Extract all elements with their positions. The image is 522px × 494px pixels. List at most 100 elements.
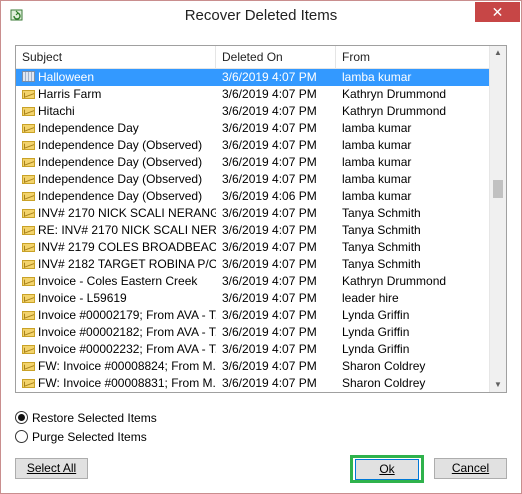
- select-all-button[interactable]: Select All: [15, 458, 88, 479]
- row-subject-text: Independence Day (Observed): [38, 189, 203, 203]
- row-subject: Invoice - L59619: [22, 290, 216, 307]
- row-deleted-on: 3/6/2019 4:07 PM: [222, 291, 317, 305]
- row-subject: RE: INV# 2170 NICK SCALI NERA...: [22, 222, 216, 239]
- list-row[interactable]: INV# 2179 COLES BROADBEACH ... 3/6/2019 4…: [16, 239, 489, 256]
- list-row[interactable]: INV# 2182 TARGET ROBINA P/O ... 3/6/2019 …: [16, 256, 489, 273]
- mail-icon: [22, 209, 35, 218]
- mail-icon: [22, 124, 35, 133]
- mail-icon: [22, 277, 35, 286]
- title-bar: Recover Deleted Items ✕: [1, 1, 521, 31]
- row-deleted-on: 3/6/2019 4:07 PM: [222, 172, 317, 186]
- row-subject: FW: Invoice #00008831; From M...: [22, 375, 216, 392]
- row-subject-text: INV# 2170 NICK SCALI NERANGB...: [38, 206, 216, 220]
- row-from: Tanya Schmith: [342, 240, 421, 254]
- row-deleted-on: 3/6/2019 4:07 PM: [222, 138, 317, 152]
- mail-icon: [22, 158, 35, 167]
- row-subject: Independence Day: [22, 120, 216, 137]
- list-row[interactable]: FW: Invoice #00008831; From M... 3/6/2019…: [16, 375, 489, 392]
- list-row[interactable]: Invoice - L59619 3/6/2019 4:07 PM leader h…: [16, 290, 489, 307]
- row-deleted-on: 3/6/2019 4:07 PM: [222, 87, 317, 101]
- row-from: Lynda Griffin: [342, 325, 410, 339]
- row-subject: Harris Farm: [22, 86, 216, 103]
- close-icon: ✕: [491, 4, 504, 20]
- list-row[interactable]: RE: INV# 2170 NICK SCALI NERA... 3/6/2019…: [16, 222, 489, 239]
- row-subject: Invoice - Coles Eastern Creek: [22, 273, 216, 290]
- row-subject-text: Halloween: [38, 70, 95, 84]
- row-subject: Independence Day (Observed): [22, 171, 216, 188]
- mail-icon: [22, 226, 35, 235]
- list-row[interactable]: Harris Farm 3/6/2019 4:07 PM Kathryn Drumm…: [16, 86, 489, 103]
- row-from: Kathryn Drummond: [342, 274, 447, 288]
- list-row[interactable]: Independence Day (Observed) 3/6/2019 4:07…: [16, 171, 489, 188]
- row-from: Tanya Schmith: [342, 257, 421, 271]
- list-row[interactable]: Independence Day (Observed) 3/6/2019 4:07…: [16, 137, 489, 154]
- mail-icon: [22, 107, 35, 116]
- restore-option[interactable]: Restore Selected Items: [15, 410, 157, 426]
- scroll-up-icon[interactable]: ▲: [493, 48, 503, 58]
- row-from: Sharon Coldrey: [342, 376, 426, 390]
- column-header-deleted-on[interactable]: Deleted On: [216, 46, 336, 68]
- row-deleted-on: 3/6/2019 4:07 PM: [222, 308, 317, 322]
- restore-label: Restore Selected Items: [32, 411, 157, 425]
- row-from: Lynda Griffin: [342, 342, 410, 356]
- list-row[interactable]: Invoice #00002182; From AVA - T... 3/6/20…: [16, 324, 489, 341]
- purge-radio[interactable]: [15, 430, 28, 443]
- row-from: lamba kumar: [342, 189, 412, 203]
- row-deleted-on: 3/6/2019 4:07 PM: [222, 206, 317, 220]
- list-row[interactable]: FW: Invoice #00008824; From M... 3/6/2019…: [16, 358, 489, 375]
- mail-icon: [22, 379, 35, 388]
- row-subject-text: INV# 2182 TARGET ROBINA P/O ...: [38, 257, 216, 271]
- row-from: leader hire: [342, 291, 399, 305]
- list-rows: Halloween 3/6/2019 4:07 PM lamba kumar Harr…: [16, 69, 489, 392]
- row-subject-text: Invoice #00002179; From AVA - T...: [38, 308, 216, 322]
- row-from: Tanya Schmith: [342, 223, 421, 237]
- row-deleted-on: 3/6/2019 4:07 PM: [222, 240, 317, 254]
- list-row[interactable]: Halloween 3/6/2019 4:07 PM lamba kumar: [16, 69, 489, 86]
- column-header-subject[interactable]: Subject: [16, 46, 216, 68]
- row-deleted-on: 3/6/2019 4:07 PM: [222, 325, 317, 339]
- column-header-from[interactable]: From: [336, 46, 489, 68]
- row-deleted-on: 3/6/2019 4:06 PM: [222, 189, 317, 203]
- ok-button[interactable]: Ok: [355, 459, 419, 480]
- row-from: Tanya Schmith: [342, 206, 421, 220]
- row-subject: Invoice #00002179; From AVA - T...: [22, 307, 216, 324]
- row-from: lamba kumar: [342, 121, 412, 135]
- scroll-down-icon[interactable]: ▼: [493, 380, 503, 390]
- mail-icon: [22, 90, 35, 99]
- row-subject-text: Independence Day (Observed): [38, 155, 203, 169]
- row-subject: INV# 2179 COLES BROADBEACH ...: [22, 239, 216, 256]
- restore-radio[interactable]: [15, 411, 28, 424]
- calendar-icon: [22, 71, 35, 82]
- list-row[interactable]: Independence Day (Observed) 3/6/2019 4:07…: [16, 154, 489, 171]
- list-row[interactable]: Invoice #00002179; From AVA - T... 3/6/20…: [16, 307, 489, 324]
- deleted-items-list[interactable]: Subject Deleted On From Halloween 3/6/201…: [15, 45, 507, 393]
- row-subject-text: RE: INV# 2170 NICK SCALI NERA...: [38, 223, 216, 237]
- vertical-scrollbar[interactable]: ▲ ▼: [489, 46, 506, 392]
- recover-deleted-items-dialog: Recover Deleted Items ✕ Subject Deleted …: [0, 0, 522, 494]
- row-deleted-on: 3/6/2019 4:07 PM: [222, 342, 317, 356]
- mail-icon: [22, 294, 35, 303]
- row-subject-text: Invoice - L59619: [38, 291, 127, 305]
- row-deleted-on: 3/6/2019 4:07 PM: [222, 376, 317, 390]
- row-subject-text: Harris Farm: [38, 87, 102, 101]
- mail-icon: [22, 175, 35, 184]
- mail-icon: [22, 328, 35, 337]
- row-deleted-on: 3/6/2019 4:07 PM: [222, 223, 317, 237]
- close-button[interactable]: ✕: [475, 2, 520, 22]
- row-deleted-on: 3/6/2019 4:07 PM: [222, 121, 317, 135]
- list-row[interactable]: Independence Day (Observed) 3/6/2019 4:06…: [16, 188, 489, 205]
- purge-option[interactable]: Purge Selected Items: [15, 429, 147, 445]
- row-from: lamba kumar: [342, 172, 412, 186]
- list-row[interactable]: Invoice - Coles Eastern Creek 3/6/2019 4:…: [16, 273, 489, 290]
- list-row[interactable]: Invoice #00002232; From AVA - T... 3/6/20…: [16, 341, 489, 358]
- list-header: Subject Deleted On From: [16, 46, 489, 69]
- row-subject: INV# 2182 TARGET ROBINA P/O ...: [22, 256, 216, 273]
- list-row[interactable]: Independence Day 3/6/2019 4:07 PM lamba ku…: [16, 120, 489, 137]
- row-subject: Independence Day (Observed): [22, 137, 216, 154]
- scroll-thumb[interactable]: [493, 180, 503, 198]
- mail-icon: [22, 345, 35, 354]
- row-subject-text: Independence Day (Observed): [38, 138, 203, 152]
- list-row[interactable]: Hitachi 3/6/2019 4:07 PM Kathryn Drummond: [16, 103, 489, 120]
- list-row[interactable]: INV# 2170 NICK SCALI NERANGB... 3/6/2019 …: [16, 205, 489, 222]
- cancel-button[interactable]: Cancel: [434, 458, 507, 479]
